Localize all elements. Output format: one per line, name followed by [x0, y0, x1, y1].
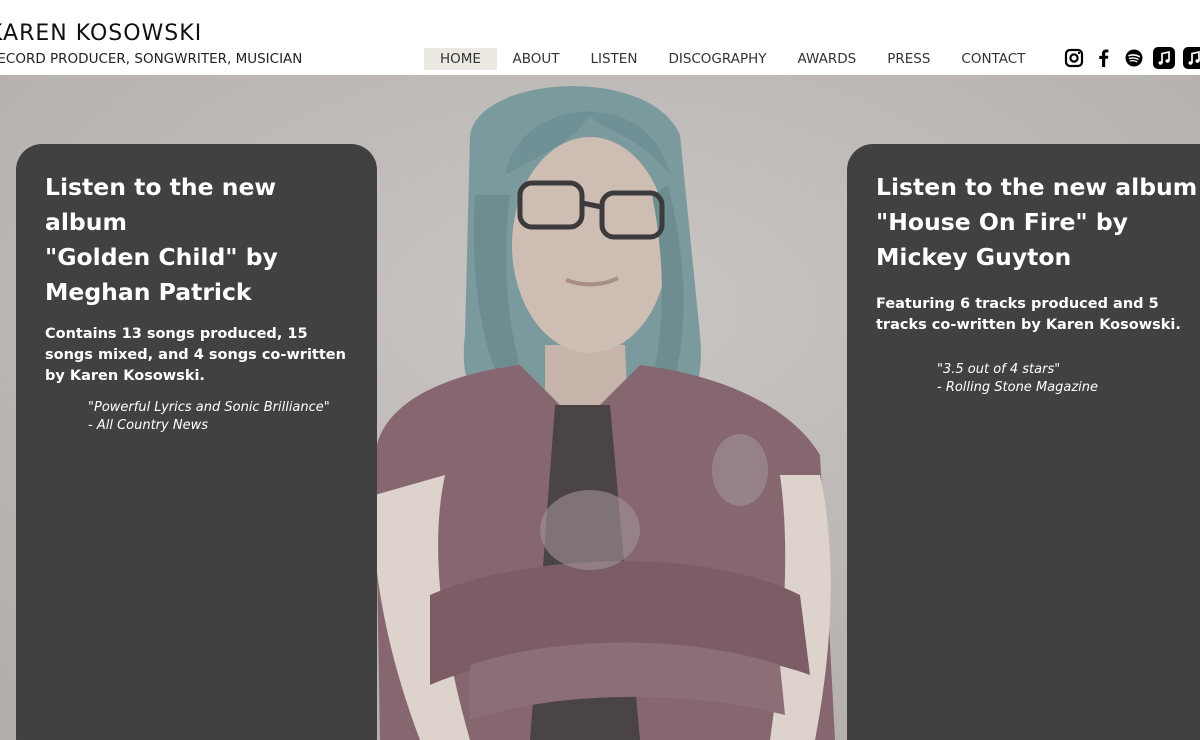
apple-music-icon[interactable] [1153, 47, 1175, 69]
quote-text: "Powerful Lyrics and Sonic Brilliance" [88, 400, 330, 415]
review-quote: "3.5 out of 4 stars" - Rolling Stone Mag… [937, 361, 1198, 397]
site-header: KAREN KOSOWSKI RECORD PRODUCER, SONGWRIT… [0, 0, 1200, 75]
nav-press[interactable]: PRESS [872, 48, 946, 70]
quote-source: - All Country News [88, 418, 208, 433]
facebook-icon[interactable] [1093, 47, 1115, 69]
album-card-description: Featuring 6 tracks produced and 5 tracks… [876, 296, 1181, 333]
hero-section: Listen to the new album "Golden Child" b… [0, 75, 1200, 740]
nav-contact[interactable]: CONTACT [946, 48, 1041, 70]
album-card-title: Listen to the new album "Golden Child" b… [45, 173, 278, 306]
spotify-icon[interactable] [1123, 47, 1145, 69]
instagram-icon[interactable] [1063, 47, 1085, 69]
album-card-house-on-fire[interactable]: Listen to the new album "House On Fire" … [847, 144, 1200, 740]
apple-music-icon[interactable] [1183, 47, 1200, 69]
social-bar [1063, 47, 1200, 69]
nav-about[interactable]: ABOUT [497, 48, 575, 70]
quote-source: - Rolling Stone Magazine [937, 380, 1099, 395]
album-card-title: Listen to the new album "House On Fire" … [876, 173, 1198, 271]
nav-discography[interactable]: DISCOGRAPHY [653, 48, 782, 70]
nav-listen[interactable]: LISTEN [575, 48, 653, 70]
quote-text: "3.5 out of 4 stars" [937, 362, 1061, 377]
album-card-description: Contains 13 songs produced, 15 songs mix… [45, 326, 346, 384]
review-quote: "Powerful Lyrics and Sonic Brilliance" -… [88, 399, 348, 435]
site-title[interactable]: KAREN KOSOWSKI [0, 21, 202, 46]
album-card-golden-child[interactable]: Listen to the new album "Golden Child" b… [16, 144, 377, 740]
site-tagline: RECORD PRODUCER, SONGWRITER, MUSICIAN [0, 51, 303, 67]
main-nav: HOME ABOUT LISTEN DISCOGRAPHY AWARDS PRE… [424, 48, 1041, 70]
nav-awards[interactable]: AWARDS [782, 48, 872, 70]
nav-home[interactable]: HOME [424, 48, 497, 70]
